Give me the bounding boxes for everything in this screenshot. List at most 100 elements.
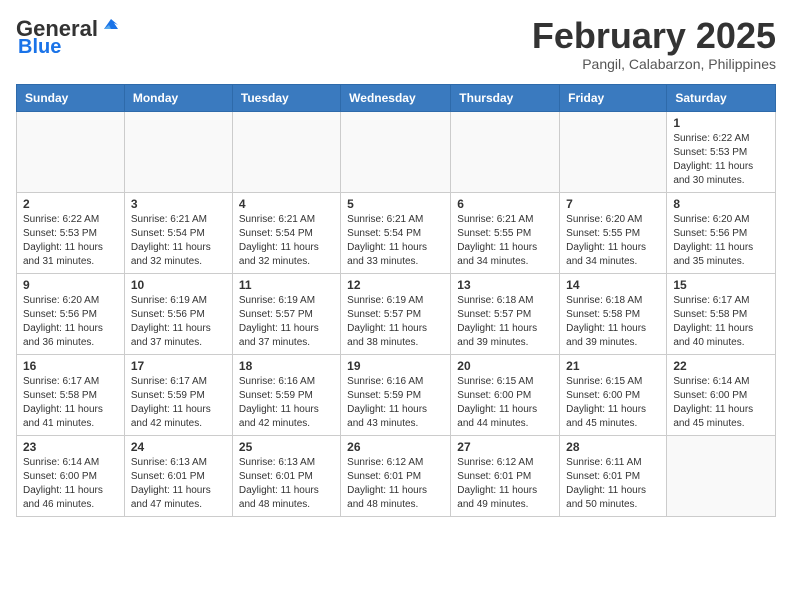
day-number: 9 (23, 278, 118, 292)
calendar-cell: 13 Sunrise: 6:18 AMSunset: 5:57 PMDayligh… (451, 273, 560, 354)
day-info: Sunrise: 6:12 AMSunset: 6:01 PMDaylight:… (347, 456, 444, 512)
calendar-week-0: 1 Sunrise: 6:22 AMSunset: 5:53 PMDaylight… (17, 111, 776, 192)
day-number: 21 (566, 359, 660, 373)
day-number: 26 (347, 440, 444, 454)
day-number: 24 (131, 440, 226, 454)
day-info: Sunrise: 6:20 AMSunset: 5:56 PMDaylight:… (673, 213, 769, 269)
calendar-cell: 3Sunrise: 6:21 AMSunset: 5:54 PMDaylight… (124, 192, 232, 273)
day-number: 1 (673, 116, 769, 130)
day-number: 6 (457, 197, 553, 211)
day-number: 27 (457, 440, 553, 454)
calendar-week-1: 2 Sunrise: 6:22 AMSunset: 5:53 PMDaylight… (17, 192, 776, 273)
calendar-cell: 9 Sunrise: 6:20 AMSunset: 5:56 PMDaylight… (17, 273, 125, 354)
day-number: 28 (566, 440, 660, 454)
title-section: February 2025 Pangil, Calabarzon, Philip… (532, 16, 776, 72)
logo: General Blue (16, 16, 122, 59)
col-header-thursday: Thursday (451, 84, 560, 111)
day-info: Sunrise: 6:22 AMSunset: 5:53 PMDaylight:… (23, 213, 118, 269)
day-number: 19 (347, 359, 444, 373)
day-info: Sunrise: 6:18 AMSunset: 5:57 PMDaylight:… (457, 294, 553, 350)
calendar-cell: 19 Sunrise: 6:16 AMSunset: 5:59 PMDayligh… (341, 354, 451, 435)
col-header-monday: Monday (124, 84, 232, 111)
day-number: 12 (347, 278, 444, 292)
day-info: Sunrise: 6:14 AMSunset: 6:00 PMDaylight:… (23, 456, 118, 512)
day-info: Sunrise: 6:19 AMSunset: 5:57 PMDaylight:… (347, 294, 444, 350)
day-number: 8 (673, 197, 769, 211)
day-info: Sunrise: 6:17 AMSunset: 5:58 PMDaylight:… (23, 375, 118, 431)
day-info: Sunrise: 6:13 AMSunset: 6:01 PMDaylight:… (239, 456, 334, 512)
calendar-cell: 2 Sunrise: 6:22 AMSunset: 5:53 PMDaylight… (17, 192, 125, 273)
calendar-header-row: SundayMondayTuesdayWednesdayThursdayFrid… (17, 84, 776, 111)
day-info: Sunrise: 6:14 AMSunset: 6:00 PMDaylight:… (673, 375, 769, 431)
day-number: 2 (23, 197, 118, 211)
calendar-table: SundayMondayTuesdayWednesdayThursdayFrid… (16, 84, 776, 517)
calendar-cell: 12 Sunrise: 6:19 AMSunset: 5:57 PMDayligh… (341, 273, 451, 354)
day-info: Sunrise: 6:19 AMSunset: 5:56 PMDaylight:… (131, 294, 226, 350)
calendar-week-4: 23Sunrise: 6:14 AMSunset: 6:00 PMDayligh… (17, 435, 776, 516)
calendar-cell: 1 Sunrise: 6:22 AMSunset: 5:53 PMDaylight… (667, 111, 776, 192)
day-info: Sunrise: 6:13 AMSunset: 6:01 PMDaylight:… (131, 456, 226, 512)
day-info: Sunrise: 6:18 AMSunset: 5:58 PMDaylight:… (566, 294, 660, 350)
calendar-cell: 26 Sunrise: 6:12 AMSunset: 6:01 PMDayligh… (341, 435, 451, 516)
day-number: 11 (239, 278, 334, 292)
calendar-cell: 10 Sunrise: 6:19 AMSunset: 5:56 PMDayligh… (124, 273, 232, 354)
page-header: General Blue February 2025 Pangil, Calab… (16, 16, 776, 72)
day-number: 16 (23, 359, 118, 373)
calendar-cell: 14 Sunrise: 6:18 AMSunset: 5:58 PMDayligh… (560, 273, 667, 354)
col-header-saturday: Saturday (667, 84, 776, 111)
day-number: 5 (347, 197, 444, 211)
day-info: Sunrise: 6:17 AMSunset: 5:58 PMDaylight:… (673, 294, 769, 350)
calendar-cell: 18Sunrise: 6:16 AMSunset: 5:59 PMDayligh… (232, 354, 340, 435)
calendar-cell: 5 Sunrise: 6:21 AMSunset: 5:54 PMDaylight… (341, 192, 451, 273)
day-number: 25 (239, 440, 334, 454)
day-number: 14 (566, 278, 660, 292)
calendar-cell: 4Sunrise: 6:21 AMSunset: 5:54 PMDaylight… (232, 192, 340, 273)
calendar-cell: 8 Sunrise: 6:20 AMSunset: 5:56 PMDaylight… (667, 192, 776, 273)
day-info: Sunrise: 6:17 AMSunset: 5:59 PMDaylight:… (131, 375, 226, 431)
calendar-cell: 22 Sunrise: 6:14 AMSunset: 6:00 PMDayligh… (667, 354, 776, 435)
calendar-cell (124, 111, 232, 192)
calendar-cell: 17 Sunrise: 6:17 AMSunset: 5:59 PMDayligh… (124, 354, 232, 435)
day-info: Sunrise: 6:12 AMSunset: 6:01 PMDaylight:… (457, 456, 553, 512)
calendar-cell: 27 Sunrise: 6:12 AMSunset: 6:01 PMDayligh… (451, 435, 560, 516)
day-number: 7 (566, 197, 660, 211)
day-info: Sunrise: 6:16 AMSunset: 5:59 PMDaylight:… (347, 375, 444, 431)
month-title: February 2025 (532, 16, 776, 56)
day-number: 22 (673, 359, 769, 373)
day-info: Sunrise: 6:20 AMSunset: 5:56 PMDaylight:… (23, 294, 118, 350)
location: Pangil, Calabarzon, Philippines (532, 56, 776, 72)
calendar-cell: 20 Sunrise: 6:15 AMSunset: 6:00 PMDayligh… (451, 354, 560, 435)
logo-bird-icon (100, 15, 122, 37)
calendar-cell: 28 Sunrise: 6:11 AMSunset: 6:01 PMDayligh… (560, 435, 667, 516)
calendar-cell: 15 Sunrise: 6:17 AMSunset: 5:58 PMDayligh… (667, 273, 776, 354)
day-info: Sunrise: 6:21 AMSunset: 5:54 PMDaylight:… (347, 213, 444, 269)
day-number: 13 (457, 278, 553, 292)
calendar-cell: 24 Sunrise: 6:13 AMSunset: 6:01 PMDayligh… (124, 435, 232, 516)
day-number: 20 (457, 359, 553, 373)
calendar-cell (667, 435, 776, 516)
calendar-cell: 23Sunrise: 6:14 AMSunset: 6:00 PMDayligh… (17, 435, 125, 516)
day-number: 10 (131, 278, 226, 292)
calendar-week-2: 9 Sunrise: 6:20 AMSunset: 5:56 PMDaylight… (17, 273, 776, 354)
day-number: 18 (239, 359, 334, 373)
day-number: 17 (131, 359, 226, 373)
col-header-friday: Friday (560, 84, 667, 111)
calendar-cell: 21 Sunrise: 6:15 AMSunset: 6:00 PMDayligh… (560, 354, 667, 435)
calendar-cell (560, 111, 667, 192)
calendar-cell: 7 Sunrise: 6:20 AMSunset: 5:55 PMDaylight… (560, 192, 667, 273)
logo-blue: Blue (18, 36, 61, 59)
calendar-cell: 6 Sunrise: 6:21 AMSunset: 5:55 PMDaylight… (451, 192, 560, 273)
day-info: Sunrise: 6:21 AMSunset: 5:55 PMDaylight:… (457, 213, 553, 269)
day-info: Sunrise: 6:15 AMSunset: 6:00 PMDaylight:… (457, 375, 553, 431)
col-header-sunday: Sunday (17, 84, 125, 111)
calendar-cell (17, 111, 125, 192)
day-info: Sunrise: 6:11 AMSunset: 6:01 PMDaylight:… (566, 456, 660, 512)
day-number: 15 (673, 278, 769, 292)
day-info: Sunrise: 6:22 AMSunset: 5:53 PMDaylight:… (673, 132, 769, 188)
day-info: Sunrise: 6:20 AMSunset: 5:55 PMDaylight:… (566, 213, 660, 269)
day-info: Sunrise: 6:15 AMSunset: 6:00 PMDaylight:… (566, 375, 660, 431)
col-header-tuesday: Tuesday (232, 84, 340, 111)
calendar-week-3: 16 Sunrise: 6:17 AMSunset: 5:58 PMDayligh… (17, 354, 776, 435)
calendar-cell: 25 Sunrise: 6:13 AMSunset: 6:01 PMDayligh… (232, 435, 340, 516)
calendar-cell (451, 111, 560, 192)
